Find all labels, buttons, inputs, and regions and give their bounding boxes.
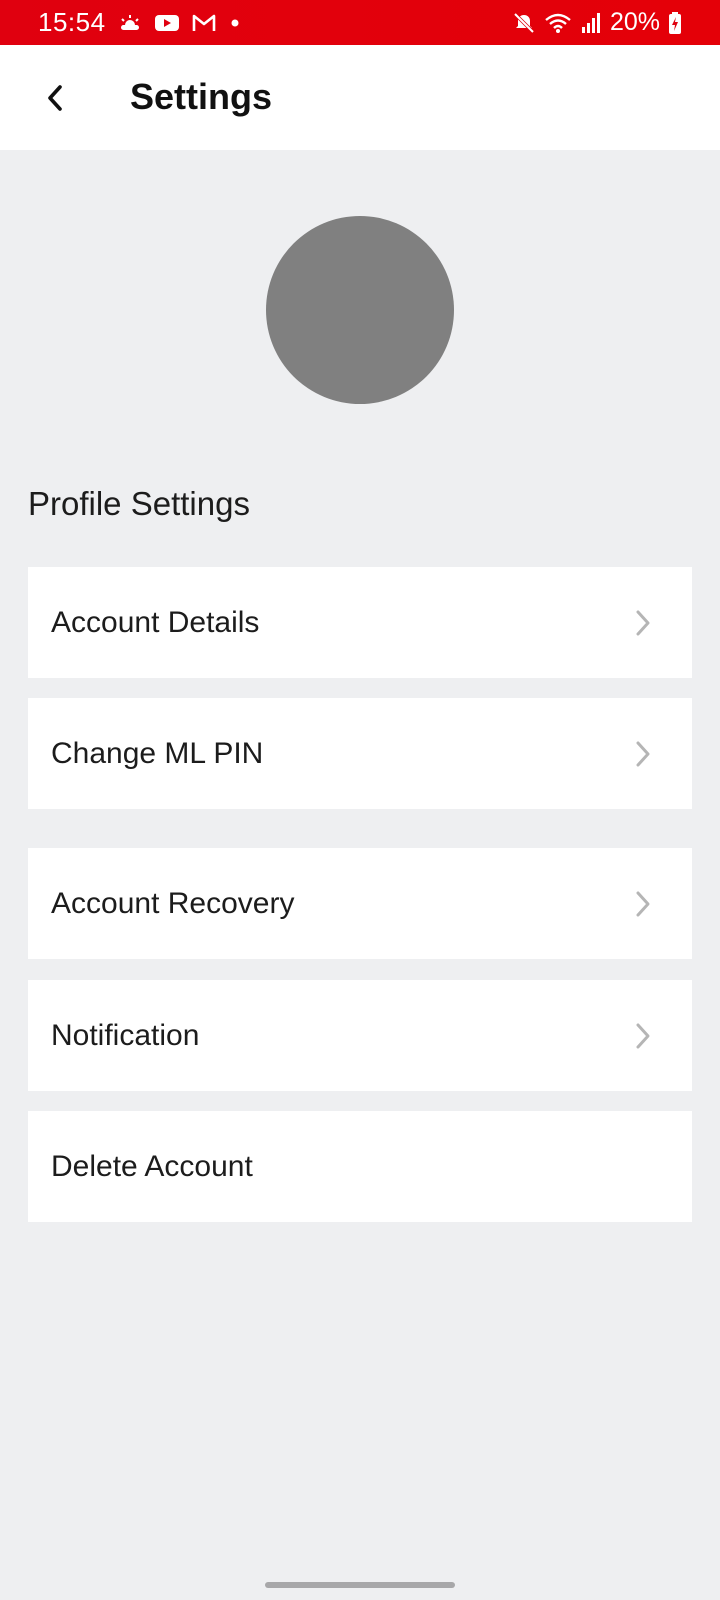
section-title: Profile Settings: [28, 485, 250, 522]
menu-item-account-recovery[interactable]: Account Recovery: [28, 848, 692, 959]
mute-icon: [512, 11, 536, 35]
chevron-right-icon: [634, 1022, 652, 1050]
menu-item-delete-account[interactable]: Delete Account: [28, 1111, 692, 1222]
menu-item-label: Account Details: [51, 605, 260, 639]
app-header: Settings: [0, 45, 720, 150]
battery-percent: 20%: [609, 8, 660, 36]
menu-item-label: Change ML PIN: [51, 736, 264, 770]
dot-icon: [228, 13, 242, 33]
status-right: 20%: [512, 8, 682, 37]
status-bar: 15:54 20%: [0, 0, 720, 45]
menu-item-notification[interactable]: Notification: [28, 980, 692, 1091]
chevron-right-icon: [634, 890, 652, 918]
battery-icon: [668, 11, 682, 35]
avatar[interactable]: [266, 216, 454, 404]
status-time: 15:54: [38, 7, 106, 37]
menu-item-label: Notification: [51, 1018, 200, 1052]
page-title: Settings: [130, 76, 273, 117]
home-indicator[interactable]: [265, 1582, 455, 1588]
menu-item-account-details[interactable]: Account Details: [28, 567, 692, 678]
signal-icon: [580, 11, 602, 35]
menu-item-change-ml-pin[interactable]: Change ML PIN: [28, 698, 692, 809]
chevron-right-icon: [634, 609, 652, 637]
menu-item-label: Delete Account: [51, 1149, 253, 1183]
gmail-icon: [192, 13, 216, 33]
back-button[interactable]: [30, 75, 80, 125]
chevron-right-icon: [634, 740, 652, 768]
wifi-icon: [544, 11, 572, 35]
youtube-icon: [154, 13, 180, 33]
status-left: 15:54: [38, 7, 242, 38]
menu-item-label: Account Recovery: [51, 886, 295, 920]
chevron-left-icon: [43, 83, 67, 118]
weather-icon: [118, 13, 142, 33]
